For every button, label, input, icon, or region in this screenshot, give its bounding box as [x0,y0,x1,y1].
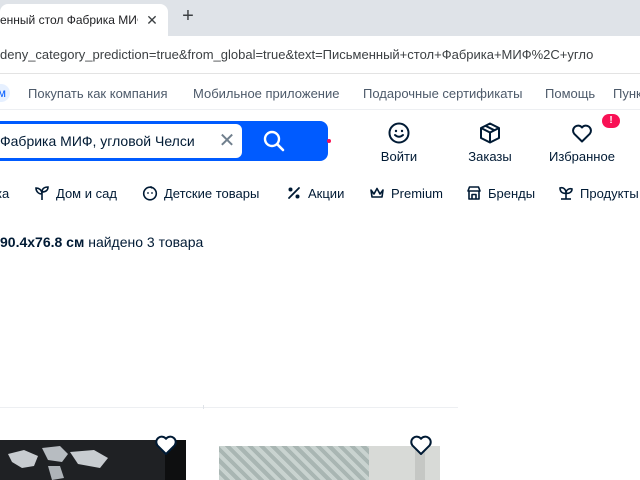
results-divider [0,405,458,409]
tab-close-icon[interactable]: ✕ [144,12,160,28]
category-item-premium[interactable]: Premium [369,184,445,204]
site-top-links: м Покупать как компания Мобильное прилож… [0,76,640,110]
address-bar[interactable]: deny_category_prediction=true&from_globa… [0,36,640,74]
orders-label: Заказы [468,149,512,164]
link-mobile-app[interactable]: Мобильное приложение [193,86,339,101]
store-icon [467,186,481,200]
category-label: Дом и сад [56,186,117,201]
divider-tick [203,405,204,409]
patterned-wall-image [219,446,369,480]
category-item-kids[interactable]: Детские товары [142,184,264,204]
category-item-brands[interactable]: Бренды [466,184,538,204]
link-pickup-points[interactable]: Пунк [613,86,640,101]
heart-icon [572,124,592,143]
url-text[interactable]: deny_category_prediction=true&from_globa… [0,47,593,62]
category-label: Бренды [488,186,536,201]
result-count: найдено 3 товара [84,234,204,250]
browser-tab[interactable]: енный стол Фабрика МИФ ✕ [0,4,168,36]
category-label: Premium [391,186,444,201]
link-gift-cards[interactable]: Подарочные сертификаты [363,86,522,101]
search-button[interactable] [262,129,286,153]
plant-icon [35,186,49,200]
crown-icon [370,187,384,198]
result-query-size: 90.4x76.8 см [0,234,85,250]
favorites-badge: ! [602,114,620,128]
category-label: Продукты [580,186,639,201]
user-smile-icon [388,122,410,144]
favorites-label: Избранное [549,149,615,164]
favorite-heart-icon[interactable] [409,434,433,456]
login-button[interactable]: Войти [376,121,422,165]
category-item-home-garden[interactable]: Дом и сад [34,184,120,204]
category-item-partial[interactable]: ка [0,184,14,204]
browser-tab-strip: енный стол Фабрика МИФ ✕ + [0,0,640,36]
link-help[interactable]: Помощь [545,86,595,101]
category-nav: ка Дом и сад Детские товары Акции Premiu… [0,178,640,210]
favorite-heart-icon[interactable] [154,434,178,456]
search-input[interactable] [0,124,214,158]
orders-button[interactable]: Заказы [463,121,517,165]
percent-icon [288,187,300,199]
search-bar: ✕ [0,121,328,161]
tab-title: енный стол Фабрика МИФ [0,13,138,27]
clear-search-icon[interactable]: ✕ [218,131,236,151]
world-map-decor-image [8,446,108,480]
search-result-summary: 90.4x76.8 см найдено 3 товара [0,234,203,250]
top-pill-link[interactable]: м [0,84,10,102]
box-icon [480,122,500,144]
new-tab-button[interactable]: + [178,6,198,26]
product-image-2[interactable] [219,446,440,480]
search-field-wrap: ✕ [0,124,242,158]
search-indicator-dot [327,139,331,143]
login-label: Войти [380,149,418,164]
category-label: Акции [308,186,345,201]
category-label: ка [0,186,10,201]
link-buy-as-company[interactable]: Покупать как компания [28,86,167,101]
category-item-sales[interactable]: Акции [286,184,348,204]
category-item-groceries[interactable]: Продукты [558,184,640,204]
baby-face-icon [142,186,158,201]
sprout-icon [559,186,573,200]
category-label: Детские товары [164,186,260,201]
